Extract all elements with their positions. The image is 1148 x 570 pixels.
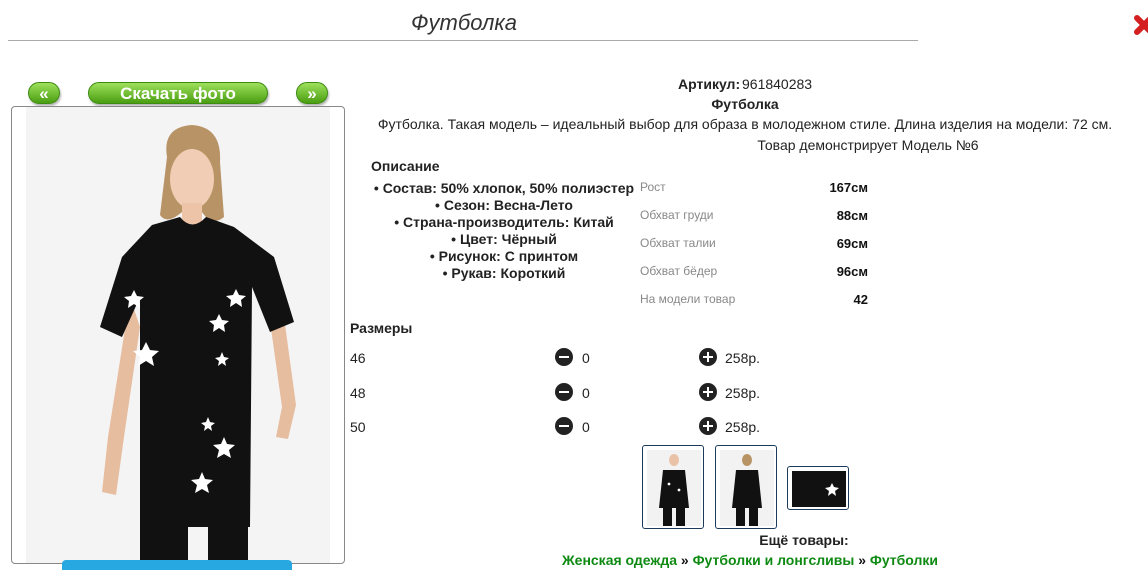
quantity-value: 0 (582, 350, 590, 366)
plus-icon[interactable] (699, 348, 717, 366)
minus-icon[interactable] (555, 417, 573, 435)
param-row: На модели товар 42 (640, 290, 870, 318)
thumbnail-front[interactable] (642, 445, 704, 529)
param-row: Рост 167см (640, 178, 870, 206)
param-value: 42 (853, 292, 868, 307)
product-description: Футболка. Такая модель – идеальный выбор… (377, 116, 1113, 132)
thumbnail-back[interactable] (715, 445, 777, 529)
param-label: Обхват груди (640, 208, 714, 222)
quantity-value: 0 (582, 419, 590, 435)
prev-photo-button[interactable]: « (28, 82, 60, 104)
param-label: Обхват талии (640, 236, 716, 250)
model-figure (100, 125, 296, 563)
size-name: 46 (350, 350, 366, 366)
product-photo[interactable] (11, 106, 345, 564)
thumbnail-detail[interactable] (787, 466, 849, 510)
size-row: 46 0 258р. (350, 347, 910, 371)
description-list: Состав: 50% хлопок, 50% полиэстер Сезон:… (370, 180, 638, 282)
param-row: Обхват бёдер 96см (640, 262, 870, 290)
photo-scroll-bar[interactable] (62, 560, 292, 570)
param-row: Обхват талии 69см (640, 234, 870, 262)
model-note: Товар демонстрирует Модель №6 (757, 137, 979, 153)
download-photo-button[interactable]: Скачать фото (88, 82, 268, 104)
crumb-women-clothing[interactable]: Женская одежда (562, 552, 677, 568)
crumb-tshirts[interactable]: Футболки (870, 552, 938, 568)
crumb-tshirts-longsleeves[interactable]: Футболки и лонгсливы (693, 552, 855, 568)
param-label: На модели товар (640, 292, 736, 306)
size-row: 50 0 258р. (350, 416, 910, 440)
sizes-heading: Размеры (350, 320, 413, 336)
minus-icon[interactable] (555, 348, 573, 366)
description-item: Страна-производитель: Китай (370, 214, 638, 231)
crumb-separator: » (858, 552, 866, 568)
crumb-separator: » (680, 552, 689, 568)
param-value: 69см (836, 236, 868, 251)
article-label: Артикул: (678, 76, 741, 92)
description-item: Состав: 50% хлопок, 50% полиэстер (370, 180, 638, 197)
param-row: Обхват груди 88см (640, 206, 870, 234)
model-params: Рост 167см Обхват груди 88см Обхват тали… (640, 178, 870, 318)
param-value: 167см (829, 180, 868, 195)
size-name: 48 (350, 385, 366, 401)
breadcrumb: Женская одежда » Футболки и лонгсливы » … (562, 552, 938, 568)
minus-icon[interactable] (555, 383, 573, 401)
close-icon[interactable] (1133, 12, 1148, 46)
description-item: Рукав: Короткий (370, 265, 638, 282)
description-heading: Описание (371, 158, 440, 174)
description-item: Сезон: Весна-Лето (370, 197, 638, 214)
description-item: Цвет: Чёрный (370, 231, 638, 248)
article-value: 961840283 (742, 76, 813, 92)
next-photo-button[interactable]: » (296, 82, 328, 104)
price-value: 258р. (725, 385, 761, 401)
title-divider (8, 40, 918, 41)
param-value: 96см (836, 264, 868, 279)
quantity-value: 0 (582, 385, 590, 401)
param-value: 88см (836, 208, 868, 223)
plus-icon[interactable] (699, 417, 717, 435)
size-row: 48 0 258р. (350, 382, 910, 406)
param-label: Рост (640, 180, 666, 194)
param-label: Обхват бёдер (640, 264, 718, 278)
plus-icon[interactable] (699, 383, 717, 401)
more-products-heading: Ещё товары: (759, 532, 849, 548)
size-name: 50 (350, 419, 366, 435)
description-item: Рисунок: С принтом (370, 248, 638, 265)
price-value: 258р. (725, 350, 761, 366)
product-name: Футболка (711, 96, 779, 112)
page-title: Футболка (411, 10, 517, 35)
price-value: 258р. (725, 419, 761, 435)
